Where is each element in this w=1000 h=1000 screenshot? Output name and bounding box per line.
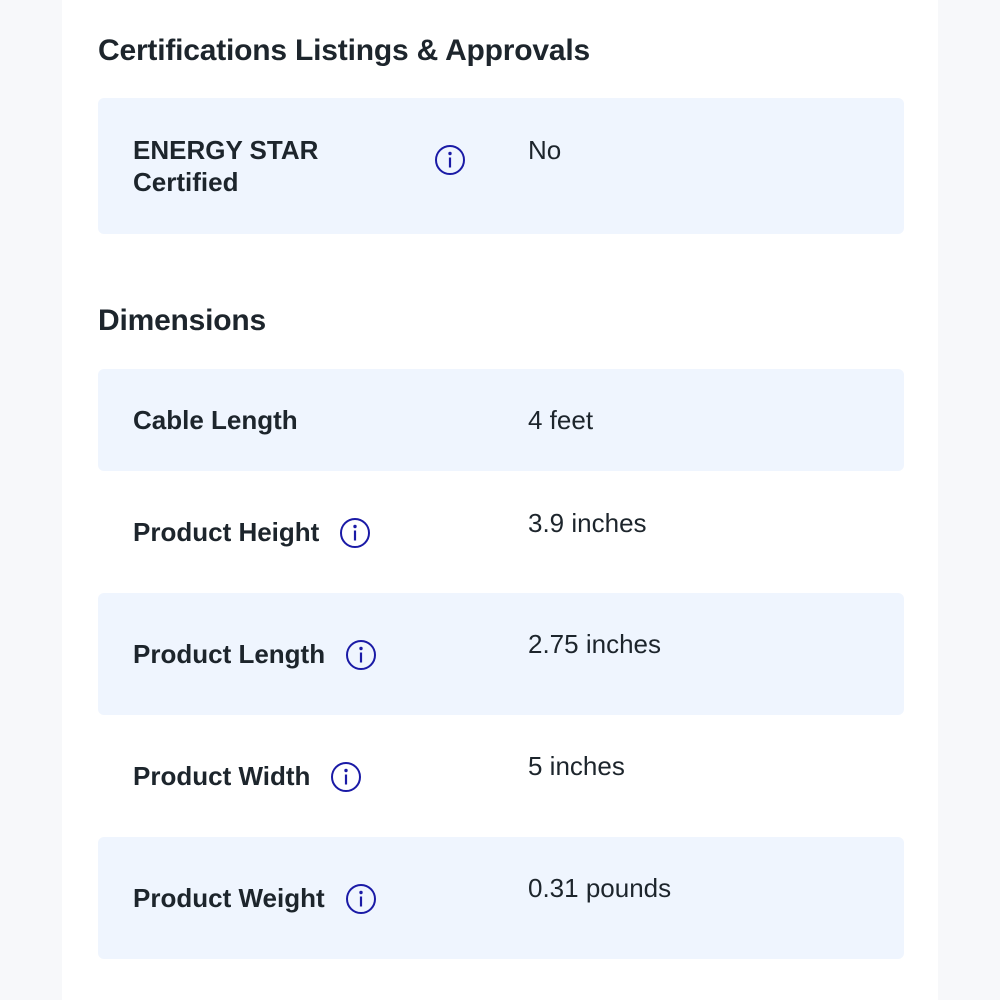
spec-label-line: Certified <box>133 167 239 197</box>
info-icon[interactable] <box>345 883 376 914</box>
info-icon[interactable] <box>330 761 362 792</box>
dimensions-section-title: Dimensions <box>98 304 267 337</box>
spec-row-cable-length: Cable Length 4 feet <box>98 369 904 471</box>
spec-label: Product Height <box>133 517 320 547</box>
spec-value: 3.9 inches <box>528 508 647 538</box>
info-icon[interactable] <box>345 639 377 670</box>
certifications-section-title: Certifications Listings & Approvals <box>98 34 590 67</box>
spec-label-group: ENERGY STAR Certified <box>133 134 423 198</box>
spec-row-product-height: Product Height 3.9 inches <box>98 471 904 593</box>
spec-value: 5 inches <box>528 751 625 781</box>
spec-value: 0.31 pounds <box>528 873 672 903</box>
spec-row-energy-star: ENERGY STAR Certified No <box>98 98 904 234</box>
spec-label: Product Width <box>133 761 311 791</box>
spec-value: No <box>528 135 562 165</box>
spec-row-product-weight: Product Weight 0.31 pounds <box>98 837 904 959</box>
spec-label-group: Cable Length <box>133 404 298 436</box>
info-icon[interactable] <box>339 517 371 548</box>
spec-value: 4 feet <box>528 405 594 435</box>
spec-label: ENERGY STAR Certified <box>133 134 423 198</box>
spec-row-product-length: Product Length 2.75 inches <box>98 593 904 715</box>
spec-label: Product Weight <box>133 883 325 913</box>
spec-value: 2.75 inches <box>528 629 661 659</box>
spec-label-group: Product Weight <box>133 882 376 914</box>
spec-label-line: ENERGY STAR <box>133 135 319 165</box>
spec-label-group: Product Height <box>133 516 371 548</box>
spec-label: Product Length <box>133 639 326 669</box>
spec-label-group: Product Length <box>133 638 377 670</box>
spec-row-product-width: Product Width 5 inches <box>98 715 904 837</box>
info-icon[interactable] <box>434 144 465 175</box>
spec-label-group: Product Width <box>133 760 362 792</box>
spec-label: Cable Length <box>133 405 298 435</box>
specifications-panel: Certifications Listings & Approvals ENER… <box>62 0 938 1000</box>
